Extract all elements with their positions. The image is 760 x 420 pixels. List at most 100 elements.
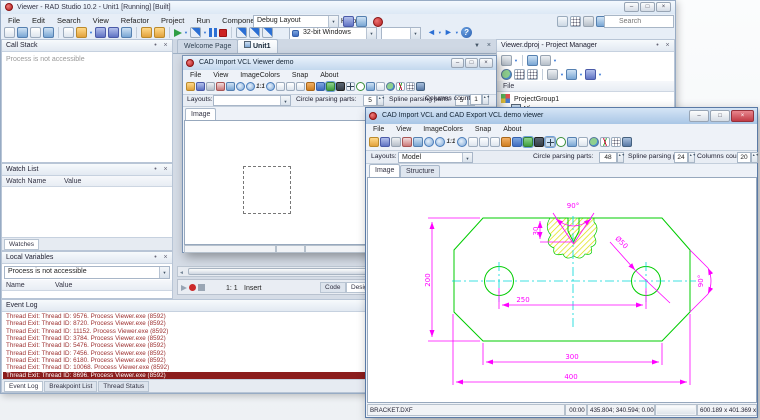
close-icon[interactable]: × xyxy=(161,42,170,51)
col-value[interactable]: Value xyxy=(64,178,81,185)
back-drop-icon[interactable]: ▼ xyxy=(438,27,442,38)
new-window-icon[interactable] xyxy=(501,55,512,66)
grid-view-icon[interactable] xyxy=(570,16,581,27)
pause-icon[interactable] xyxy=(209,28,217,37)
drop-icon[interactable]: ▼ xyxy=(579,69,583,80)
fit-to-window-icon[interactable] xyxy=(479,137,489,147)
trace-into-icon[interactable] xyxy=(249,27,260,38)
add-file-icon[interactable] xyxy=(43,27,54,38)
forward-drop-icon[interactable]: ▼ xyxy=(455,27,459,38)
black-background-icon[interactable] xyxy=(534,137,544,147)
menu-project[interactable]: Project xyxy=(156,14,189,27)
background-color-icon[interactable] xyxy=(512,137,522,147)
menu-imagecolors[interactable]: ImageColors xyxy=(418,124,468,136)
grid-icon[interactable] xyxy=(406,82,415,91)
col-watch-name[interactable]: Watch Name xyxy=(6,178,46,185)
pin-icon[interactable]: • xyxy=(151,42,160,51)
spline-parts-value[interactable]: 24 xyxy=(674,152,688,163)
drop-icon[interactable]: ▼ xyxy=(560,69,564,80)
measure-icon[interactable] xyxy=(376,82,385,91)
new-form-icon[interactable] xyxy=(63,27,74,38)
minimize-button[interactable]: – xyxy=(451,58,464,68)
layers-icon[interactable] xyxy=(468,137,478,147)
green-mode-icon[interactable] xyxy=(326,82,335,91)
pm-file-column[interactable]: File xyxy=(497,81,674,92)
save-as-icon[interactable] xyxy=(121,27,132,38)
watch-list-header[interactable]: Watch List xyxy=(2,164,172,176)
fit-to-window-icon[interactable] xyxy=(286,82,295,91)
columns-count-value[interactable]: 1 xyxy=(470,94,482,105)
mail-icon[interactable] xyxy=(557,16,568,27)
cad-drawing-canvas[interactable]: 400 300 250 200 30 90° 90° Ø50 xyxy=(367,177,757,403)
green-mode-icon[interactable] xyxy=(523,137,533,147)
tab-unit1[interactable]: Unit1 xyxy=(237,39,278,53)
list-style-icon[interactable] xyxy=(547,69,558,80)
spline-parts-spinner[interactable]: ▲▼ xyxy=(688,152,695,163)
zoom-out-icon[interactable] xyxy=(246,82,255,91)
circle-parts-spinner[interactable]: ▲▼ xyxy=(377,95,384,106)
close-button[interactable]: × xyxy=(479,58,493,68)
menu-edit[interactable]: Edit xyxy=(27,14,50,27)
drop-icon[interactable]: ▼ xyxy=(553,55,557,66)
menu-file[interactable]: File xyxy=(185,70,206,82)
save-icon[interactable] xyxy=(380,137,390,147)
menu-about[interactable]: About xyxy=(498,124,526,136)
axes-3d-icon[interactable] xyxy=(396,82,405,91)
group-icon[interactable] xyxy=(527,69,538,80)
cad-viewer-titlebar[interactable]: CAD Import VCL Viewer demo xyxy=(183,56,496,70)
ide-titlebar[interactable]: Viewer - RAD Studio 10.2 - Unit1 [Runnin… xyxy=(1,1,675,14)
tab-thread-status[interactable]: Thread Status xyxy=(98,381,149,392)
local-variables-header[interactable]: Local Variables xyxy=(2,252,172,264)
menu-snap[interactable]: Snap xyxy=(470,124,496,136)
drop-icon[interactable]: ▼ xyxy=(598,69,602,80)
run-small-icon[interactable] xyxy=(181,285,187,291)
tab-breakpoint-list[interactable]: Breakpoint List xyxy=(44,381,97,392)
placeholder-dashed-rect[interactable] xyxy=(243,166,291,214)
remove-icon[interactable] xyxy=(540,55,551,66)
zoom-in-icon[interactable] xyxy=(424,137,434,147)
step-out-icon[interactable] xyxy=(262,27,273,38)
save-layout-icon[interactable] xyxy=(343,16,354,27)
black-background-icon[interactable] xyxy=(336,82,345,91)
browse-forward-icon[interactable]: ► xyxy=(444,27,453,38)
tab-image[interactable]: Image xyxy=(369,164,400,177)
search-input[interactable] xyxy=(604,15,674,28)
actual-size-icon[interactable]: 1:1 xyxy=(446,137,456,147)
run-icon[interactable] xyxy=(174,29,182,37)
rotate-icon[interactable] xyxy=(386,82,395,91)
tab-watches[interactable]: Watches xyxy=(4,239,39,250)
export-icon[interactable] xyxy=(226,82,235,91)
draw-color-icon[interactable] xyxy=(306,82,315,91)
menu-snap[interactable]: Snap xyxy=(287,70,313,82)
drop-icon[interactable]: ▼ xyxy=(514,55,518,66)
layers-icon[interactable] xyxy=(276,82,285,91)
call-stack-header[interactable]: Call Stack xyxy=(2,40,172,52)
pin-icon[interactable]: • xyxy=(653,42,662,51)
open-file-icon[interactable] xyxy=(76,27,87,38)
preview-icon[interactable] xyxy=(622,137,632,147)
select-icon[interactable] xyxy=(567,137,577,147)
tab-structure[interactable]: Structure xyxy=(400,165,440,177)
process-combo[interactable]: Process is not accessible▼ xyxy=(4,266,170,279)
print-setup-icon[interactable] xyxy=(216,82,225,91)
run-no-debug-icon[interactable] xyxy=(190,27,201,38)
circle-tool-icon[interactable] xyxy=(556,137,566,147)
export-icon[interactable] xyxy=(413,137,423,147)
pin-icon[interactable]: • xyxy=(151,166,160,175)
scroll-left-icon[interactable]: ◄ xyxy=(179,268,184,279)
folder-open-icon[interactable] xyxy=(154,27,165,38)
add-new-icon[interactable] xyxy=(527,55,538,66)
columns-count-spinner[interactable]: ▲▼ xyxy=(751,152,758,163)
layouts-combo[interactable]: Model▼ xyxy=(398,152,473,163)
sort-icon[interactable] xyxy=(514,69,525,80)
run-drop-icon[interactable]: ▼ xyxy=(184,27,188,38)
folder-browse-icon[interactable] xyxy=(141,27,152,38)
zoom-previous-icon[interactable] xyxy=(266,82,275,91)
close-icon[interactable]: × xyxy=(663,42,672,51)
breakpoint-icon[interactable] xyxy=(189,284,196,291)
menu-view[interactable]: View xyxy=(88,14,114,27)
axes-3d-icon[interactable] xyxy=(600,137,610,147)
pan-icon[interactable] xyxy=(296,82,305,91)
preview-icon[interactable] xyxy=(416,82,425,91)
columns-count-spinner[interactable]: ▲▼ xyxy=(482,94,489,105)
